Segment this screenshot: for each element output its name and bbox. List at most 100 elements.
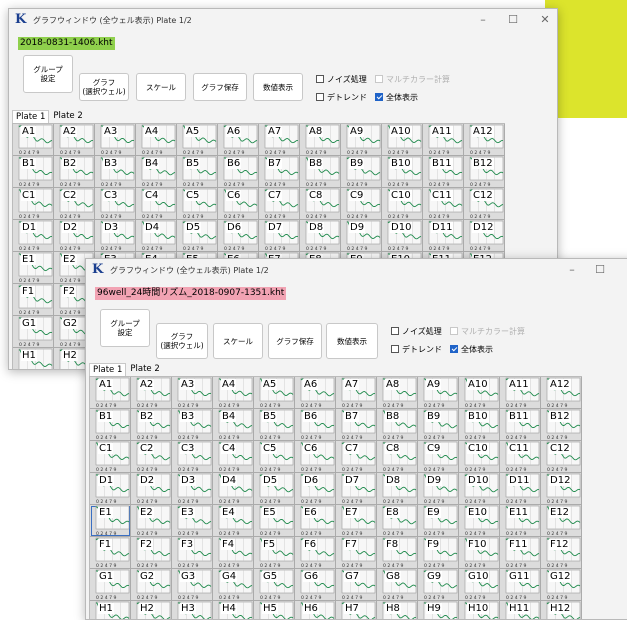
group-settings-button[interactable]: グループ 設定 (100, 309, 150, 347)
well-cell[interactable]: 0 2 4 7 9 E6 (295, 505, 336, 537)
well-cell[interactable]: 0 2 4 7 9 A6 (218, 124, 259, 156)
well-cell[interactable]: 0 2 4 7 9 B6 (295, 409, 336, 441)
group-settings-button[interactable]: グループ 設定 (23, 55, 73, 93)
well-cell[interactable]: 0 2 4 7 9 A4 (136, 124, 177, 156)
well-cell[interactable]: 0 2 4 7 9 B6 (218, 156, 259, 188)
well-cell[interactable]: 0 2 4 7 9 G5 (254, 569, 295, 601)
well-cell[interactable]: 0 2 4 7 9 F5 (254, 537, 295, 569)
well-cell[interactable]: 0 2 4 7 9 B11 (500, 409, 541, 441)
show-values-button[interactable]: 数値表示 (253, 73, 303, 101)
well-cell[interactable]: 0 2 4 7 9 D2 (54, 220, 95, 252)
well-cell[interactable]: 0 2 4 7 9 G8 (377, 569, 418, 601)
well-cell[interactable]: 0 2 4 7 9 B3 (95, 156, 136, 188)
well-cell[interactable]: 0 2 4 7 9H8 (377, 601, 418, 619)
show-all-checkbox[interactable]: 全体表示 (450, 343, 493, 355)
well-cell[interactable]: 0 2 4 7 9 G2 (131, 569, 172, 601)
well-cell[interactable]: 0 2 4 7 9 E12 (541, 505, 582, 537)
tab-plate-1[interactable]: Plate 1 (89, 363, 127, 376)
well-cell[interactable]: 0 2 4 7 9 E10 (459, 505, 500, 537)
well-cell[interactable]: 0 2 4 7 9 A6 (295, 377, 336, 409)
well-cell[interactable]: 0 2 4 7 9 D5 (254, 473, 295, 505)
graph-selected-wells-button[interactable]: グラフ (選択ウェル) (156, 323, 208, 359)
well-cell[interactable]: 0 2 4 7 9 D3 (172, 473, 213, 505)
well-cell[interactable]: 0 2 4 7 9H11 (500, 601, 541, 619)
well-cell[interactable]: 0 2 4 7 9 E3 (172, 505, 213, 537)
well-cell[interactable]: 0 2 4 7 9 A8 (300, 124, 341, 156)
well-cell[interactable]: 0 2 4 7 9 A11 (423, 124, 464, 156)
well-cell[interactable]: 0 2 4 7 9H12 (541, 601, 582, 619)
well-cell[interactable]: 0 2 4 7 9 D11 (423, 220, 464, 252)
well-cell[interactable]: 0 2 4 7 9H5 (254, 601, 295, 619)
well-cell[interactable]: 0 2 4 7 9 G1 (90, 569, 131, 601)
well-cell[interactable]: 0 2 4 7 9 C11 (500, 441, 541, 473)
tab-plate-2[interactable]: Plate 2 (126, 362, 164, 376)
well-cell[interactable]: 0 2 4 7 9 A7 (259, 124, 300, 156)
well-cell[interactable]: 0 2 4 7 9 B2 (131, 409, 172, 441)
well-cell[interactable]: 0 2 4 7 9 F1 (90, 537, 131, 569)
well-cell[interactable]: 0 2 4 7 9 A3 (95, 124, 136, 156)
well-cell[interactable]: 0 2 4 7 9 D7 (336, 473, 377, 505)
well-cell[interactable]: 0 2 4 7 9 C12 (464, 188, 505, 220)
well-cell[interactable]: 0 2 4 7 9 F7 (336, 537, 377, 569)
detrend-checkbox[interactable]: デトレンド (316, 91, 367, 103)
well-cell[interactable]: 0 2 4 7 9 E2 (131, 505, 172, 537)
well-cell[interactable]: 0 2 4 7 9 A1 (13, 124, 54, 156)
well-cell[interactable]: 0 2 4 7 9 B11 (423, 156, 464, 188)
well-cell[interactable]: 0 2 4 7 9 G12 (541, 569, 582, 601)
save-graph-button[interactable]: グラフ保存 (193, 73, 247, 101)
well-cell[interactable]: 0 2 4 7 9 B3 (172, 409, 213, 441)
well-cell[interactable]: 0 2 4 7 9 E11 (500, 505, 541, 537)
well-cell[interactable]: 0 2 4 7 9 A5 (254, 377, 295, 409)
well-cell[interactable]: 0 2 4 7 9H3 (172, 601, 213, 619)
well-cell[interactable]: 0 2 4 7 9 D4 (136, 220, 177, 252)
well-cell[interactable]: 0 2 4 7 9 D8 (300, 220, 341, 252)
well-cell[interactable]: 0 2 4 7 9 A9 (341, 124, 382, 156)
well-cell[interactable]: 0 2 4 7 9 A2 (54, 124, 95, 156)
well-cell[interactable]: 0 2 4 7 9 C12 (541, 441, 582, 473)
well-cell[interactable]: 0 2 4 7 9 C2 (54, 188, 95, 220)
well-cell[interactable]: 0 2 4 7 9 D1 (13, 220, 54, 252)
well-cell[interactable]: 0 2 4 7 9 A10 (382, 124, 423, 156)
well-cell[interactable]: 0 2 4 7 9 G10 (459, 569, 500, 601)
well-cell[interactable]: 0 2 4 7 9 G6 (295, 569, 336, 601)
well-cell[interactable]: 0 2 4 7 9 A9 (418, 377, 459, 409)
detrend-checkbox[interactable]: デトレンド (391, 343, 442, 355)
well-cell[interactable]: 0 2 4 7 9 C9 (418, 441, 459, 473)
well-cell[interactable]: 0 2 4 7 9 E5 (254, 505, 295, 537)
well-cell[interactable]: 0 2 4 7 9 A1 (90, 377, 131, 409)
well-cell[interactable]: 0 2 4 7 9 C11 (423, 188, 464, 220)
well-cell[interactable]: 0 2 4 7 9 F6 (295, 537, 336, 569)
maximize-button[interactable]: ☐ (503, 12, 523, 28)
well-cell[interactable]: 0 2 4 7 9 B7 (336, 409, 377, 441)
well-cell[interactable]: 0 2 4 7 9 B12 (464, 156, 505, 188)
well-cell[interactable]: 0 2 4 7 9 D3 (95, 220, 136, 252)
well-cell[interactable]: 0 2 4 7 9 D2 (131, 473, 172, 505)
well-cell[interactable]: 0 2 4 7 9 E4 (213, 505, 254, 537)
well-cell[interactable]: 0 2 4 7 9 G9 (418, 569, 459, 601)
well-cell[interactable]: 0 2 4 7 9 D11 (500, 473, 541, 505)
well-cell[interactable]: 0 2 4 7 9H1 (13, 348, 54, 369)
well-cell[interactable]: 0 2 4 7 9 D1 (90, 473, 131, 505)
well-cell[interactable]: 0 2 4 7 9 G3 (172, 569, 213, 601)
well-cell[interactable]: 0 2 4 7 9 C5 (254, 441, 295, 473)
tab-plate-1[interactable]: Plate 1 (12, 110, 50, 123)
well-cell[interactable]: 0 2 4 7 9 B9 (341, 156, 382, 188)
title-bar[interactable]: K グラフウィンドウ (全ウェル表示) Plate 1/2 – ☐ (86, 259, 627, 281)
well-cell[interactable]: 0 2 4 7 9 B9 (418, 409, 459, 441)
well-cell[interactable]: 0 2 4 7 9 C5 (177, 188, 218, 220)
well-cell[interactable]: 0 2 4 7 9 B1 (13, 156, 54, 188)
well-cell[interactable]: 0 2 4 7 9 D10 (459, 473, 500, 505)
well-cell[interactable]: 0 2 4 7 9 D12 (464, 220, 505, 252)
well-cell[interactable]: 0 2 4 7 9 A7 (336, 377, 377, 409)
well-cell[interactable]: 0 2 4 7 9 A12 (541, 377, 582, 409)
well-cell[interactable]: 0 2 4 7 9 C1 (90, 441, 131, 473)
well-cell[interactable]: 0 2 4 7 9 F11 (500, 537, 541, 569)
well-cell[interactable]: 0 2 4 7 9 A5 (177, 124, 218, 156)
well-cell[interactable]: 0 2 4 7 9 F4 (213, 537, 254, 569)
well-cell[interactable]: 0 2 4 7 9 B7 (259, 156, 300, 188)
well-cell[interactable]: 0 2 4 7 9 F12 (541, 537, 582, 569)
well-cell[interactable]: 0 2 4 7 9 C10 (382, 188, 423, 220)
well-cell[interactable]: 0 2 4 7 9 E7 (336, 505, 377, 537)
minimize-button[interactable]: – (473, 12, 493, 28)
well-cell[interactable]: 0 2 4 7 9 B2 (54, 156, 95, 188)
